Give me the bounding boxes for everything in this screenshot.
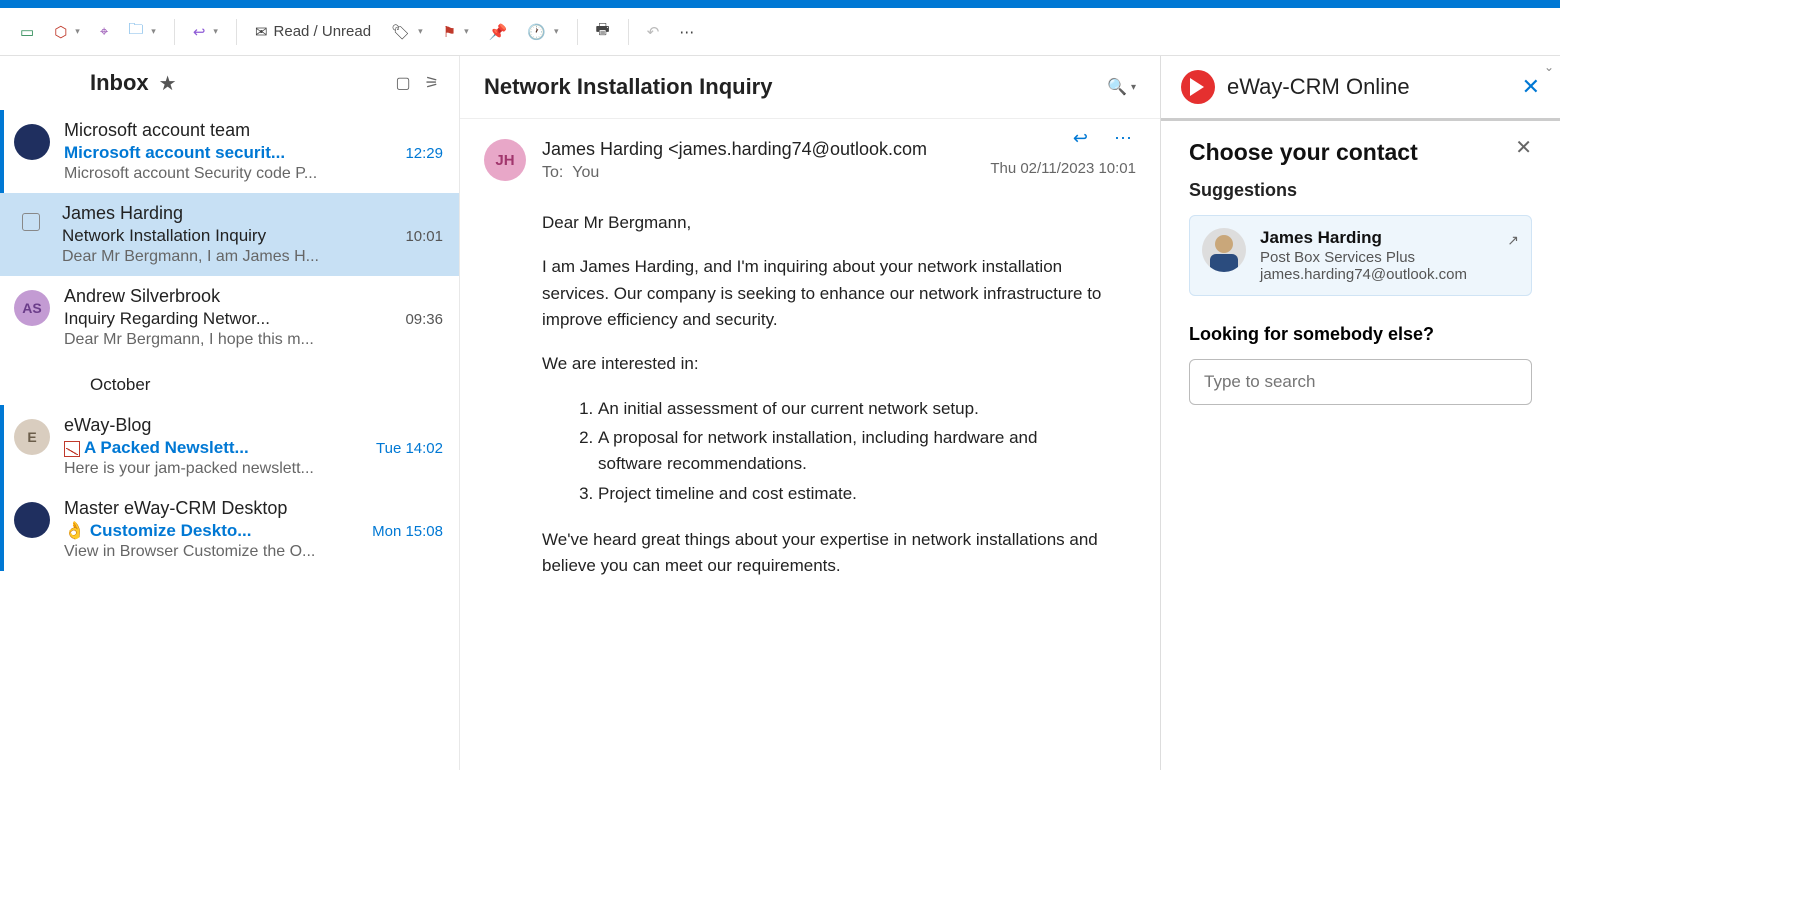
sender-name: James Harding [62,203,443,224]
read-unread-label: Read / Unread [274,23,372,40]
email-item[interactable]: E eWay-Blog A Packed Newslett... Tue 14:… [0,405,459,488]
date-separator: October [0,359,459,405]
snooze-button[interactable]: 🕐▾ [519,17,566,47]
choose-contact-heading: Choose your contact [1189,139,1532,166]
filter-icon[interactable]: ⚞ [425,73,439,93]
contact-search-input[interactable] [1189,359,1532,405]
email-datetime: Thu 02/11/2023 10:01 [990,160,1136,182]
tag-button[interactable]: 🏷▾ [383,17,431,47]
newsletter-icon [64,441,80,457]
ribbon-chevron-icon[interactable]: ⌄ [1544,60,1554,74]
eway-logo-icon [1181,70,1215,104]
reply-icon[interactable]: ↩ [1073,128,1088,149]
ribbon-toolbar: ▭ ⬡▾ ⌖ 🗀▾ ↩▾ ✉Read / Unread 🏷▾ ⚑▾ 📌 🕐▾ 🖶… [0,8,1560,56]
crm-close-button[interactable]: ✕ [1522,74,1540,100]
avatar: E [14,419,50,455]
reading-pane: Network Installation Inquiry 🔍▾ ↩ ⋯ JH J… [460,56,1160,770]
email-preview: Dear Mr Bergmann, I hope this m... [64,331,443,349]
inbox-title: Inbox [90,70,149,96]
open-external-icon[interactable]: ↗ [1507,232,1519,249]
email-subject: A Packed Newslett... [64,438,249,458]
email-subject: 👌 Customize Deskto... [64,521,251,541]
email-preview: View in Browser Customize the O... [64,543,443,561]
email-subject: Network Installation Inquiry [62,226,266,246]
report-button[interactable]: ⬡▾ [46,17,88,47]
reading-subject: Network Installation Inquiry [484,74,772,100]
message-list-pane: Inbox ★ ▢ ⚞ Microsoft account team Micro… [0,56,460,770]
select-mode-icon[interactable]: ▢ [396,73,411,93]
sender-avatar: JH [484,139,526,181]
suggestion-company: Post Box Services Plus [1260,249,1467,266]
print-button[interactable]: 🖶 [588,13,618,50]
read-unread-button[interactable]: ✉Read / Unread [247,17,379,47]
crm-title: eWay-CRM Online [1227,74,1410,100]
contact-suggestion[interactable]: James Harding Post Box Services Plus jam… [1189,215,1532,296]
sender-name: Master eWay-CRM Desktop [64,498,443,519]
email-preview: Here is your jam-packed newslett... [64,460,443,478]
more-button[interactable]: ⋯ [671,17,702,47]
email-item[interactable]: Microsoft account team Microsoft account… [0,110,459,193]
avatar [14,124,50,160]
suggestion-name: James Harding [1260,228,1467,248]
sender-name: eWay-Blog [64,415,443,436]
undo-button[interactable]: ↶ [639,17,668,47]
select-checkbox[interactable] [22,213,40,231]
favorite-star-icon[interactable]: ★ [159,71,177,96]
email-subject: Microsoft account securit... [64,143,285,163]
email-subject: Inquiry Regarding Networ... [64,309,270,329]
move-button[interactable]: 🗀▾ [120,13,164,50]
suggestion-email: james.harding74@outlook.com [1260,266,1467,283]
email-time: 09:36 [405,311,443,328]
email-item[interactable]: AS Andrew Silverbrook Inquiry Regarding … [0,276,459,359]
more-actions-icon[interactable]: ⋯ [1114,128,1132,149]
email-time: 10:01 [405,228,443,245]
email-preview: Microsoft account Security code P... [64,165,443,183]
email-item-selected[interactable]: James Harding Network Installation Inqui… [0,193,459,276]
to-line: To: You [542,164,599,182]
flag-button[interactable]: ⚑▾ [435,17,477,47]
sender-name: Andrew Silverbrook [64,286,443,307]
email-time: Tue 14:02 [376,440,443,457]
reply-button[interactable]: ↩▾ [185,17,226,47]
suggestion-avatar [1202,228,1246,272]
from-line: James Harding <james.harding74@outlook.c… [542,139,1136,160]
email-item[interactable]: Master eWay-CRM Desktop 👌 Customize Desk… [0,488,459,571]
suggestions-label: Suggestions [1189,180,1532,201]
email-body: Dear Mr Bergmann, I am James Harding, an… [542,210,1102,580]
looking-label: Looking for somebody else? [1189,324,1532,345]
panel-close-icon[interactable]: ✕ [1515,135,1532,160]
email-time: Mon 15:08 [372,523,443,540]
sweep-button[interactable]: ⌖ [92,17,116,46]
archive-button[interactable]: ▭ [12,17,42,47]
sender-name: Microsoft account team [64,120,443,141]
avatar [14,502,50,538]
pin-button[interactable]: 📌 [481,17,516,47]
avatar: AS [14,290,50,326]
zoom-button[interactable]: 🔍▾ [1107,77,1136,97]
email-preview: Dear Mr Bergmann, I am James H... [62,248,443,266]
email-time: 12:29 [405,145,443,162]
crm-sidebar: eWay-CRM Online ✕ ✕ Choose your contact … [1160,56,1560,770]
